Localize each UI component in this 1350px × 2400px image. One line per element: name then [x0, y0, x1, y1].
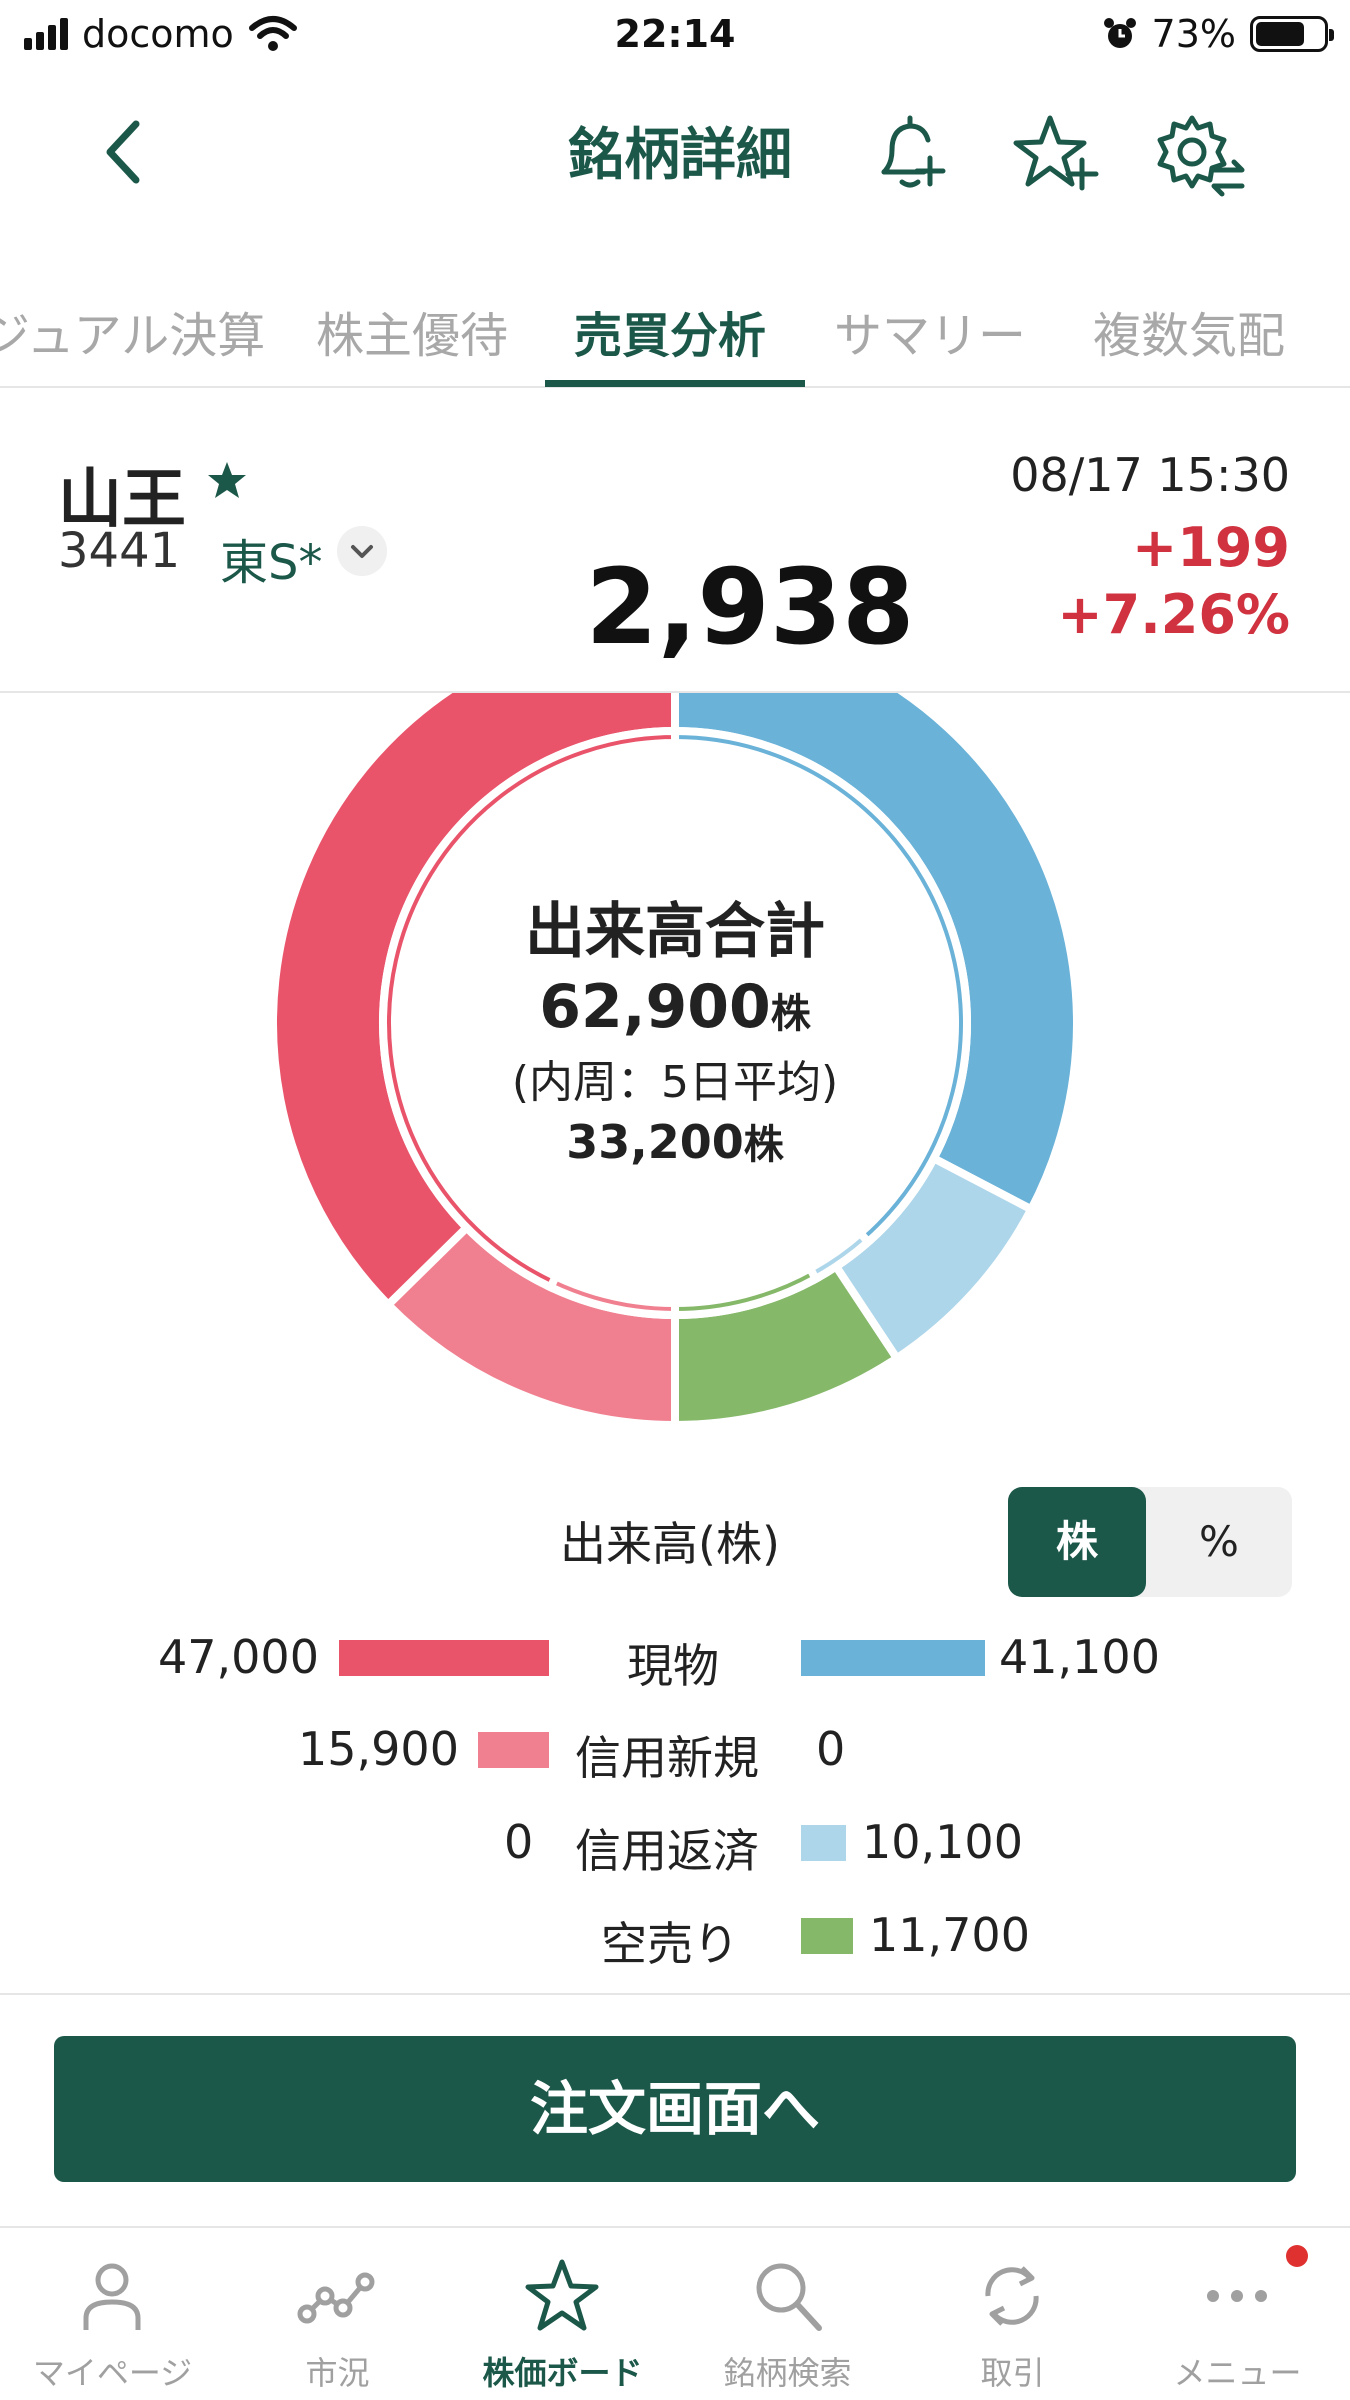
donut-center-label: 出来高合計 62,900株 (内周：5日平均) 33,200株 [375, 883, 975, 1170]
cash-sell-bar [801, 1640, 985, 1676]
donut-average-value: 33,200 [566, 1115, 744, 1169]
quote-datetime: 08/17 15:30 [1010, 448, 1290, 502]
volume-donut-chart: 出来高合計 62,900株 (内周：5日平均) 33,200株 [0, 693, 1350, 1433]
alarm-icon [1103, 18, 1136, 48]
notification-badge [1286, 2245, 1308, 2267]
tabbar-menu[interactable]: メニュー [1125, 2228, 1350, 2400]
tab-dual-earnings[interactable]: ジュアル決算 [0, 296, 265, 366]
volume-title: 出来高(株) [560, 1517, 780, 1571]
bell-plus-icon[interactable] [864, 106, 960, 202]
tabbar-label: 銘柄検索 [723, 2354, 852, 2392]
tabbar-label: 取引 [980, 2354, 1045, 2392]
cash-sell-value: 41,100 [999, 1630, 1160, 1684]
star-board-icon [525, 2259, 599, 2331]
donut-total: 62,900株 [375, 972, 975, 1042]
row-label-short: 空売り [601, 1917, 739, 1971]
short-sell-value: 11,700 [869, 1908, 1030, 1962]
margin-new-sell-value: 0 [816, 1722, 846, 1776]
tabbar-label: 株価ボード [482, 2354, 643, 2392]
price-change: +199 [1132, 516, 1290, 579]
star-plus-icon[interactable] [1010, 106, 1106, 202]
donut-average-unit: 株 [743, 1122, 784, 1168]
nav-header: 銘柄詳細 [0, 72, 1350, 232]
tab-multi-quotes[interactable]: 複数気配 [1093, 296, 1285, 366]
stock-code: 3441 [58, 523, 181, 579]
tabbar-mypage[interactable]: マイページ [0, 2228, 225, 2400]
toggle-shares[interactable]: 株 [1008, 1487, 1146, 1597]
gear-swap-icon[interactable] [1152, 106, 1248, 202]
current-price: 2,938 [585, 546, 915, 668]
volume-breakdown: 出来高(株) 株 % 47,000 現物 41,100 15,900 信用新規 … [0, 1440, 1350, 1995]
page-title: 銘柄詳細 [568, 123, 792, 188]
battery-percent: 73% [1151, 12, 1236, 56]
tabbar-label: メニュー [1173, 2354, 1302, 2392]
person-icon [83, 2263, 141, 2330]
outer-slice-buy-1 [382, 1222, 679, 1430]
donut-inner-label: (内周：5日平均) [511, 1057, 839, 1108]
donut-average: 33,200株 [375, 1112, 975, 1170]
search-icon [756, 2263, 822, 2331]
bottom-tab-bar: マイページ 市況 株価ボード 銘柄検索 取引 メニュー [0, 2226, 1350, 2400]
margin-new-buy-bar [478, 1732, 549, 1768]
market-label[interactable]: 東S* [220, 523, 322, 593]
unit-toggle: 株 % [1008, 1487, 1292, 1597]
tab-trade-analysis[interactable]: 売買分析 [574, 296, 766, 366]
row-label-margin-close: 信用返済 [575, 1824, 759, 1878]
margin-new-buy-value: 15,900 [298, 1722, 459, 1776]
status-bar: docomo 22:14 73% [0, 0, 1350, 72]
cash-buy-value: 47,000 [158, 1630, 319, 1684]
tab-shareholder-benefits[interactable]: 株主優待 [316, 296, 508, 366]
market-chart-icon [297, 2272, 375, 2324]
more-icon [1207, 2290, 1267, 2302]
tabbar-search[interactable]: 銘柄検索 [675, 2228, 900, 2400]
row-label-cash: 現物 [627, 1639, 719, 1693]
donut-total-value: 62,900 [539, 972, 771, 1042]
tabbar-label: マイページ [32, 2354, 193, 2392]
donut-title: 出来高合計 [525, 897, 825, 967]
tab-summary[interactable]: サマリー [834, 296, 1026, 366]
segment-tabs: ジュアル決算 株主優待 売買分析 サマリー 複数気配 [0, 280, 1350, 388]
tabbar-stock-board[interactable]: 株価ボード [450, 2228, 675, 2400]
margin-close-buy-value: 0 [504, 1815, 534, 1869]
chevron-left-icon[interactable] [92, 112, 156, 192]
stock-header: 山王 3441 東S* 08/17 15:30 +199 +7.26% 2,93… [0, 388, 1350, 693]
donut-total-unit: 株 [770, 991, 811, 1037]
order-button[interactable]: 注文画面へ [54, 2036, 1296, 2182]
active-tab-indicator [545, 380, 805, 387]
refresh-icon [985, 2266, 1039, 2326]
price-change-percent: +7.26% [1057, 583, 1290, 646]
tabbar-label: 市況 [305, 2354, 370, 2392]
chevron-down-icon[interactable] [337, 526, 387, 576]
row-label-margin-new: 信用新規 [575, 1731, 759, 1785]
tabbar-trade[interactable]: 取引 [900, 2228, 1125, 2400]
toggle-percent[interactable]: % [1150, 1487, 1288, 1597]
short-sell-bar [801, 1918, 853, 1954]
cash-buy-bar [339, 1640, 549, 1676]
tabbar-market[interactable]: 市況 [225, 2228, 450, 2400]
margin-close-sell-bar [801, 1825, 846, 1861]
margin-close-sell-value: 10,100 [862, 1815, 1023, 1869]
battery-icon [1250, 16, 1334, 52]
favorite-star-icon[interactable] [205, 458, 249, 502]
